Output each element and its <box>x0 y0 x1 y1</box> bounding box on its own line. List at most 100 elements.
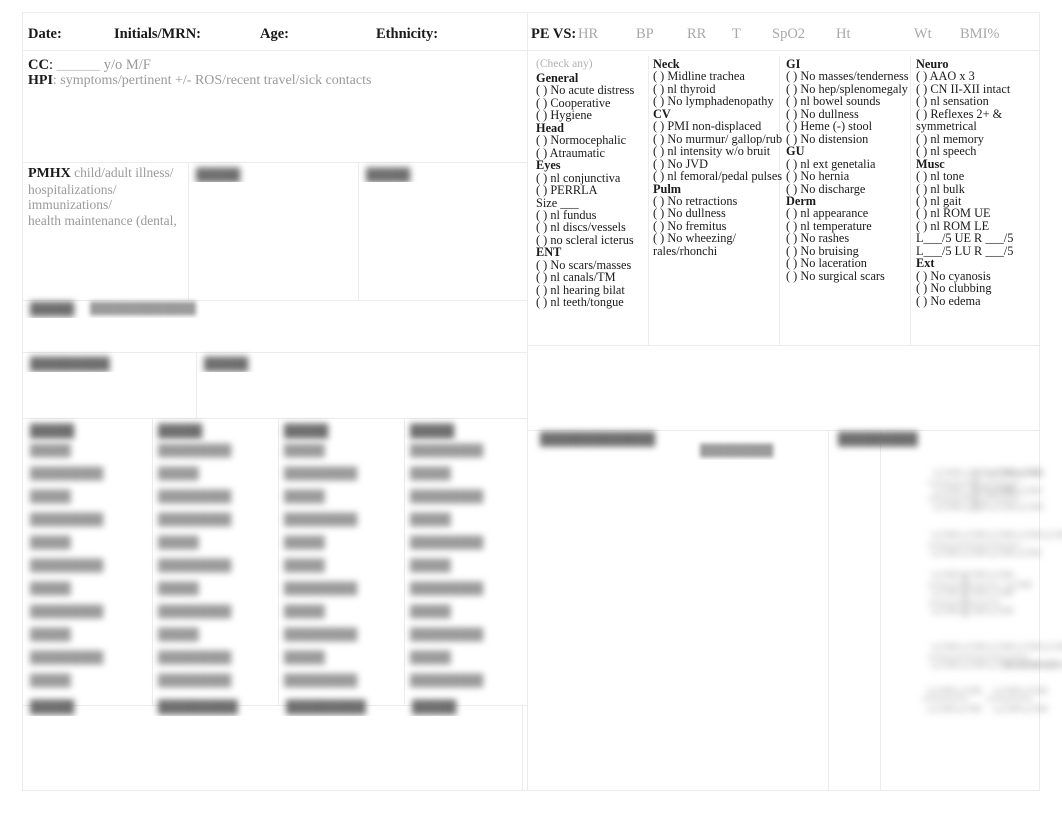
midleft-entry-1[interactable] <box>24 318 524 350</box>
meds-cell: █████ <box>30 491 71 503</box>
meds-cell: █████ <box>158 468 199 480</box>
vital-rr: RR <box>687 26 707 42</box>
pe-item-no-hernia[interactable]: ( ) No hernia <box>786 170 912 183</box>
vital-ht: Ht <box>836 26 851 42</box>
meds-cell: █████████ <box>30 468 104 480</box>
meds-cell: █████████ <box>410 629 484 641</box>
pe-item-strength-ue-field[interactable]: L___/5 UE R ___/5 <box>916 232 1046 245</box>
pe-item-nl-teeth-tongue[interactable]: ( ) nl teeth/tongue <box>536 296 648 309</box>
pmhx-line-3: immunizations/ <box>28 197 112 212</box>
pe-item-no-clubbing[interactable]: ( ) No clubbing <box>916 282 1046 295</box>
page-bottom-rule <box>22 790 1040 791</box>
pe-item-perrla[interactable]: ( ) PERRLA <box>536 184 648 197</box>
family-history-entry[interactable] <box>24 372 194 416</box>
meds-cell: █████████ <box>284 583 358 595</box>
pmhx-side-header-1: █████ <box>196 168 241 182</box>
pe-item-nl-femoral-pedal-pulses[interactable]: ( ) nl femoral/pedal pulses <box>653 170 782 183</box>
right-lower-entry-area-2[interactable] <box>832 460 878 786</box>
pe-item-no-lymphadenopathy[interactable]: ( ) No lymphadenopathy <box>653 95 779 108</box>
hpi-separator: : <box>52 73 57 88</box>
pe-item-no-laceration[interactable]: ( ) No laceration <box>786 257 912 270</box>
meds-cell: █████████ <box>158 675 232 687</box>
pe-item-no-edema[interactable]: ( ) No edema <box>916 294 1046 307</box>
cc-label: CC <box>28 57 49 73</box>
pe-item-no-rashes[interactable]: ( ) No rashes <box>786 232 912 245</box>
pe-item-no-surgical-scars[interactable]: ( ) No surgical scars <box>786 269 912 282</box>
midleft-rule-2 <box>22 418 527 419</box>
lab-fishbone-diagram[interactable]: \u2588\u2588\u2588\u2588 \u2588\u2588 \u… <box>900 460 1062 735</box>
pe-item-nl-bowel-sounds[interactable]: ( ) nl bowel sounds <box>786 95 912 108</box>
pe-item-nl-tone[interactable]: ( ) nl tone <box>916 170 1046 183</box>
meds-col-rule-1 <box>152 418 153 705</box>
pe-item-symmetrical: symmetrical <box>916 119 977 134</box>
social-history-entry[interactable] <box>198 372 524 416</box>
pe-item-nl-speech[interactable]: ( ) nl speech <box>916 145 1046 158</box>
pe-item-hygiene[interactable]: ( ) Hygiene <box>536 109 648 122</box>
meds-cell: █████████ <box>158 560 232 572</box>
hpi-hint-text: symptoms/pertinent +/- ROS/recent travel… <box>60 73 372 88</box>
pe-column-4: Neuro ( ) AAO x 3 ( ) CN II-XII intact (… <box>916 58 1046 308</box>
vital-wt: Wt <box>914 26 932 42</box>
pmhx-entry-area[interactable] <box>24 230 186 298</box>
pe-item-nl-intensity-no-bruit[interactable]: ( ) nl intensity w/o bruit <box>653 145 779 158</box>
pe-item-nl-sensation[interactable]: ( ) nl sensation <box>916 95 1046 108</box>
meds-cell: █████████ <box>158 491 232 503</box>
pe-item-rales-rhonchi: rales/rhonchi <box>653 243 718 258</box>
pe-group-gu: GU <box>786 144 805 159</box>
bottom-left-header-2: █████████ <box>158 700 238 714</box>
meds-col-header-1: █████ <box>30 424 75 438</box>
vital-bp: BP <box>636 26 654 42</box>
hpi-entry-area[interactable] <box>24 90 524 160</box>
meds-cell: █████ <box>284 606 325 618</box>
pevs-bottom-rule <box>527 50 1039 51</box>
midleft-col-rule <box>196 352 197 418</box>
pmhx-side-entry-2[interactable] <box>360 182 525 298</box>
pe-column-3: GI ( ) No masses/tenderness ( ) No hep/s… <box>786 58 912 283</box>
pmhx-side-entry-1[interactable] <box>190 182 356 298</box>
meds-cell: █████████ <box>284 468 358 480</box>
meds-cell: █████████ <box>410 675 484 687</box>
meds-col-header-2: █████ <box>158 424 203 438</box>
meds-cell: █████████ <box>410 583 484 595</box>
labs-left-rule <box>880 430 881 790</box>
meds-cell: █████████ <box>284 675 358 687</box>
pe-item-no-wheezing[interactable]: ( ) No wheezing/ <box>653 232 779 245</box>
meds-col-body-2: █████████ █████ █████████ █████████ ████… <box>158 440 274 693</box>
pe-col-rule-2 <box>779 56 780 345</box>
vital-t: T <box>732 26 741 42</box>
pe-item-normocephalic[interactable]: ( ) Normocephalic <box>536 134 648 147</box>
right-lower-entry-area-1[interactable] <box>530 460 826 786</box>
midleft-header-1: █████ <box>30 302 75 316</box>
cc-blank-field[interactable]: ______ <box>57 57 101 73</box>
rightlower-divider <box>828 430 829 790</box>
meds-col-body-4: █████████ █████ █████████ █████ ████████… <box>410 440 522 693</box>
page-left-rule <box>22 12 23 790</box>
ethnicity-label: Ethnicity: <box>376 26 439 42</box>
meds-cell: █████ <box>284 445 325 457</box>
pe-item-heme-negative-stool[interactable]: ( ) Heme (-) stool <box>786 120 912 133</box>
meds-cell: █████ <box>410 560 451 572</box>
pmhx-line-4: health maintenance (dental, <box>28 212 177 228</box>
pe-group-eyes: Eyes <box>536 158 561 173</box>
midleft-rule-1 <box>22 352 527 353</box>
meds-cell: █████████ <box>158 445 232 457</box>
meds-cell: █████ <box>410 514 451 526</box>
check-any-hint: (Check any) <box>536 58 593 70</box>
cc-hint-text: y/o M/F <box>103 57 151 73</box>
meds-cell: █████████ <box>410 537 484 549</box>
meds-cell: █████ <box>158 537 199 549</box>
meds-cell: █████ <box>284 560 325 572</box>
vital-bmi: BMI% <box>960 26 1000 42</box>
meds-cell: █████████ <box>158 606 232 618</box>
meds-cell: █████████ <box>284 514 358 526</box>
pe-item-nl-canals-tm[interactable]: ( ) nl canals/TM <box>536 271 648 284</box>
meds-col-header-3: █████ <box>284 424 329 438</box>
pe-item-no-distension[interactable]: ( ) No distension <box>786 132 912 145</box>
hpi-line: HPI: symptoms/pertinent +/- ROS/recent t… <box>28 73 371 89</box>
pe-item-pmi-non-displaced[interactable]: ( ) PMI non-displaced <box>653 120 779 133</box>
bottom-left-header-3: █████████ <box>286 700 366 714</box>
bottom-left-entry-area[interactable] <box>24 716 520 788</box>
pe-item-strength-le-field[interactable]: L___/5 LU R ___/5 <box>916 244 1046 257</box>
vital-spo2: SpO2 <box>772 26 806 42</box>
meds-cell: █████████ <box>30 606 104 618</box>
